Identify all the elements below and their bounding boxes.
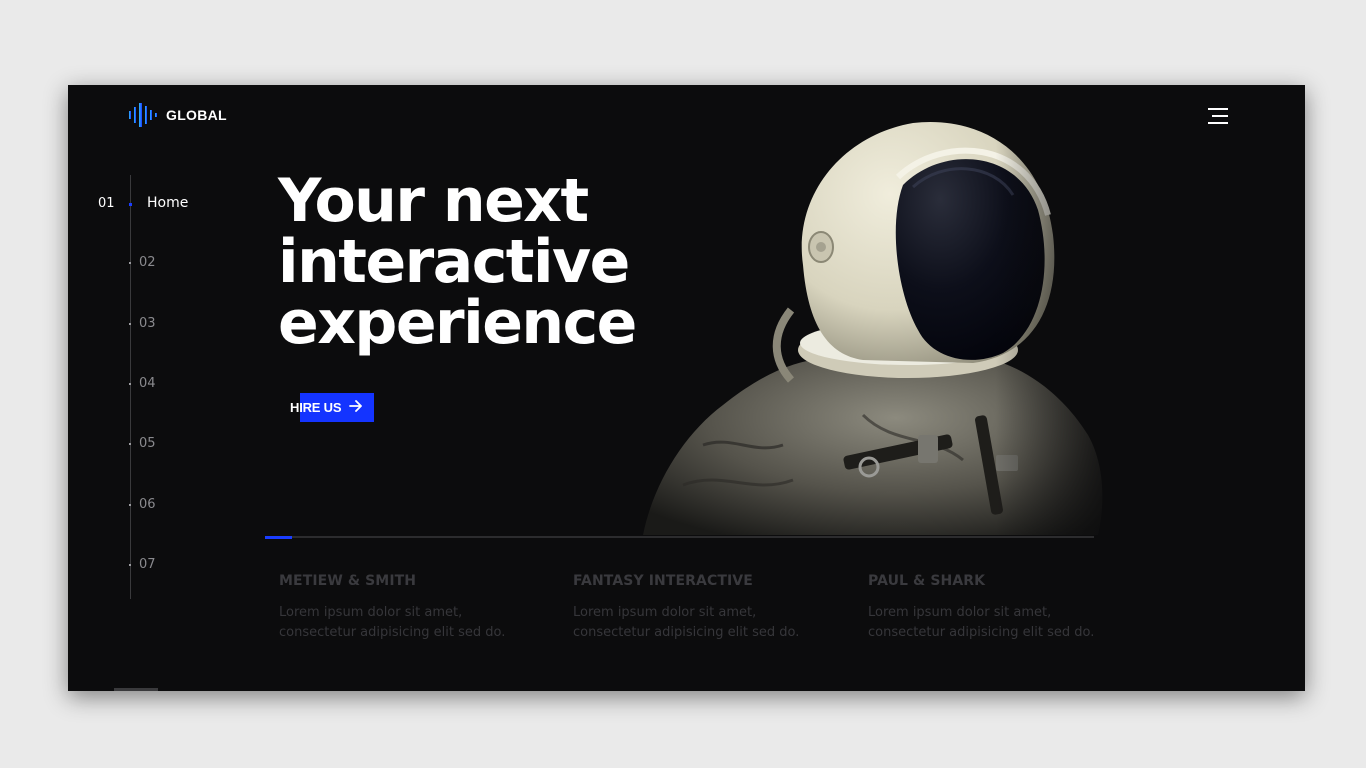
hero-title: Your next interactive experience xyxy=(278,166,637,358)
scroll-indicator xyxy=(114,688,158,691)
sound-wave-icon xyxy=(128,102,158,128)
client-card: METIEW & SMITH Lorem ipsum dolor sit ame… xyxy=(279,573,539,643)
nav-number: 04 xyxy=(139,376,156,391)
menu-bar-bottom xyxy=(1208,122,1228,124)
client-desc-line-1: Lorem ipsum dolor sit amet, xyxy=(868,605,1052,620)
nav-dot xyxy=(129,323,131,325)
nav-dot xyxy=(129,262,131,264)
hamburger-menu-icon[interactable] xyxy=(1208,107,1232,125)
client-description: Lorem ipsum dolor sit amet, consectetur … xyxy=(279,603,539,643)
brand-logo[interactable]: GLOBAL xyxy=(128,102,227,128)
client-name: METIEW & SMITH xyxy=(279,573,417,589)
arrow-right-icon xyxy=(349,399,363,417)
client-card: PAUL & SHARK Lorem ipsum dolor sit amet,… xyxy=(868,573,1128,643)
nav-number: 07 xyxy=(139,557,156,572)
nav-dot xyxy=(129,564,131,566)
client-desc-line-1: Lorem ipsum dolor sit amet, xyxy=(573,605,757,620)
nav-dot xyxy=(129,443,131,445)
hero-title-line-2: interactive xyxy=(278,227,630,297)
client-desc-line-1: Lorem ipsum dolor sit amet, xyxy=(279,605,463,620)
nav-dot xyxy=(129,203,132,206)
client-desc-line-2: consectetur adipisicing elit sed do. xyxy=(573,625,800,640)
slide-progress-track xyxy=(265,536,1094,539)
client-desc-line-2: consectetur adipisicing elit sed do. xyxy=(279,625,506,640)
client-card: FANTASY INTERACTIVE Lorem ipsum dolor si… xyxy=(573,573,833,643)
client-name: PAUL & SHARK xyxy=(868,573,986,589)
astronaut-photo xyxy=(643,115,1113,537)
client-desc-line-2: consectetur adipisicing elit sed do. xyxy=(868,625,1095,640)
hero-title-line-3: experience xyxy=(278,288,637,358)
hire-us-label: HIRE US xyxy=(290,400,342,415)
client-name: FANTASY INTERACTIVE xyxy=(573,573,753,589)
hire-us-button[interactable]: HIRE US xyxy=(290,393,374,422)
menu-bar-top xyxy=(1208,108,1228,110)
client-description: Lorem ipsum dolor sit amet, consectetur … xyxy=(573,603,833,643)
nav-number: 03 xyxy=(139,316,156,331)
menu-bar-middle xyxy=(1212,115,1228,117)
nav-number: 05 xyxy=(139,436,156,451)
client-description: Lorem ipsum dolor sit amet, consectetur … xyxy=(868,603,1128,643)
page-frame: GLOBAL 01 Home 02 03 04 05 06 07 Your ne… xyxy=(68,85,1305,691)
nav-label-home: Home xyxy=(147,195,189,211)
side-nav-line xyxy=(130,175,131,599)
nav-dot xyxy=(129,504,131,506)
hero-title-line-1: Your next xyxy=(278,166,589,236)
nav-number: 01 xyxy=(98,196,115,211)
nav-number: 06 xyxy=(139,497,156,512)
nav-dot xyxy=(129,383,131,385)
slide-progress-fill xyxy=(265,536,292,539)
nav-number: 02 xyxy=(139,255,156,270)
brand-name: GLOBAL xyxy=(166,107,227,123)
